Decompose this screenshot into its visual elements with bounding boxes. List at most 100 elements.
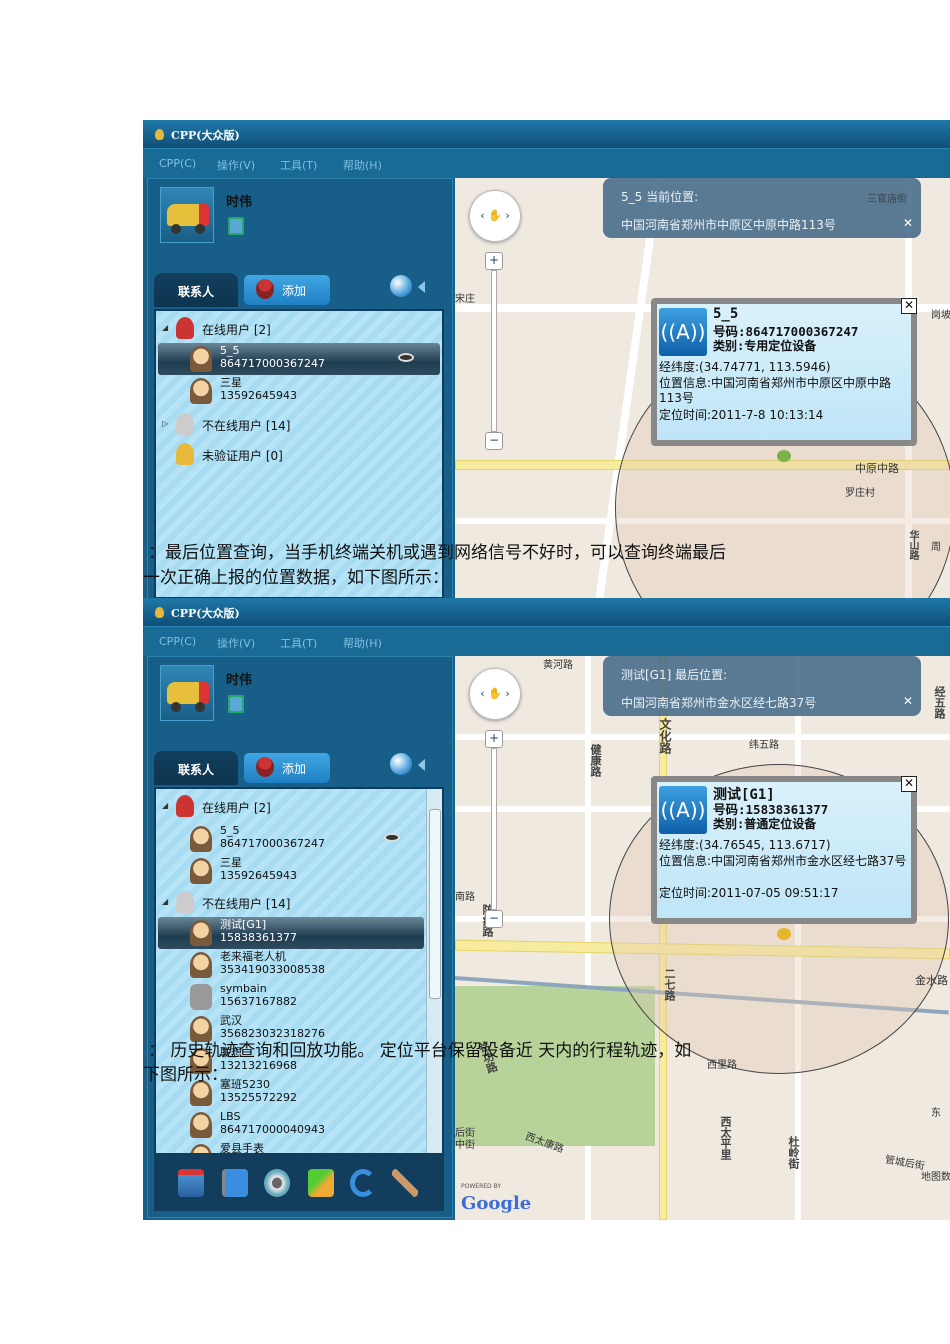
doc-text: 下图所示： <box>143 1065 228 1085</box>
expand-icon[interactable]: ▷ <box>162 419 168 428</box>
avatar[interactable] <box>160 665 214 721</box>
banner-address: 中国河南省郑州市中原区中原中路113号 <box>621 218 836 232</box>
popup-coords: 经纬度:(34.76545, 113.6717) <box>659 838 831 852</box>
signal-tower-icon: ((A)) <box>659 308 707 356</box>
list-item[interactable]: 三星 13592645943 <box>158 855 440 887</box>
user-avatar-icon <box>190 920 212 946</box>
avatar[interactable] <box>160 187 214 243</box>
zoom-out-button[interactable]: − <box>485 910 503 928</box>
list-item[interactable]: 测试[G1] 15838361377 <box>158 917 424 949</box>
item-id: 864717000367247 <box>220 357 325 370</box>
item-name: 测试[G1] <box>220 918 267 931</box>
item-name: symbain <box>220 982 267 995</box>
eye-icon[interactable] <box>384 833 400 842</box>
banner-title: 5_5 当前位置: <box>621 190 699 204</box>
menu-operate[interactable]: 操作(V) <box>217 635 255 651</box>
zoom-in-button[interactable]: + <box>485 730 503 748</box>
zoom-slider[interactable] <box>491 748 497 910</box>
list-item[interactable]: LBS 864717000040943 <box>158 1109 440 1141</box>
map-label: 金水路 <box>915 974 948 987</box>
add-contact-button[interactable]: 添加 <box>244 753 330 783</box>
list-item[interactable]: 5_5 864717000367247 <box>158 823 440 855</box>
app-icon <box>155 607 164 618</box>
eye-icon[interactable] <box>398 353 414 362</box>
menu-cpp[interactable]: CPP(C) <box>159 635 196 648</box>
group-online[interactable]: ◢ 在线用户 [2] <box>156 315 442 341</box>
list-item[interactable]: 爱县手表 <box>158 1141 440 1153</box>
replay-icon[interactable] <box>350 1169 376 1197</box>
popup-name: 5_5 <box>713 306 739 322</box>
menu-cpp[interactable]: CPP(C) <box>159 157 196 170</box>
user-avatar-icon <box>190 346 212 372</box>
group-offline[interactable]: ▷ 不在线用户 [14] <box>156 411 442 437</box>
item-id: 13592645943 <box>220 869 297 882</box>
device-info-popup: ((A)) 5_5 号码:864717000367247 类别:专用定位设备 经… <box>651 298 917 446</box>
zoom-slider[interactable] <box>491 270 497 432</box>
item-id: 864717000367247 <box>220 837 325 850</box>
online-status-icon[interactable] <box>228 217 244 235</box>
item-name: 老来福老人机 <box>220 950 286 963</box>
pan-control[interactable]: ‹ ✋ › <box>469 190 521 242</box>
expand-icon[interactable]: ◢ <box>162 323 168 332</box>
popup-time: 定位时间:2011-7-8 10:13:14 <box>659 408 824 422</box>
menu-tools[interactable]: 工具(T) <box>280 157 317 173</box>
item-id: 353419033008538 <box>220 963 325 976</box>
map-view[interactable]: 宋庄 三官庙街 岗坡 中原中路 罗庄村 华山路 周 ‹ ✋ › + − 5_5 当… <box>455 178 950 598</box>
contact-list[interactable]: ◢ 在线用户 [2] 5_5 864717000367247 三星 135926459… <box>154 787 444 1155</box>
popup-location: 位置信息:中国河南省郑州市金水区经七路37号 <box>659 854 907 868</box>
menu-help[interactable]: 帮助(H) <box>343 635 382 651</box>
expand-icon[interactable]: ◢ <box>162 801 168 810</box>
user-group-icon <box>176 317 194 339</box>
app-window-current-location: CPP(大众版) CPP(C) 操作(V) 工具(T) 帮助(H) 时伟 联系人… <box>143 120 950 598</box>
close-popup-button[interactable]: ✕ <box>901 776 917 792</box>
menu-operate[interactable]: 操作(V) <box>217 157 255 173</box>
location-marker[interactable] <box>777 928 791 940</box>
route-flag-icon[interactable] <box>308 1169 334 1197</box>
online-status-icon[interactable] <box>228 695 244 713</box>
list-item[interactable]: 5_5 864717000367247 <box>158 343 440 375</box>
tab-contacts[interactable]: 联系人 <box>154 273 238 307</box>
globe-icon[interactable] <box>390 753 412 775</box>
menu-tools[interactable]: 工具(T) <box>280 635 317 651</box>
list-item[interactable]: 老来福老人机 353419033008538 <box>158 949 440 981</box>
group-online[interactable]: ◢ 在线用户 [2] <box>156 793 442 819</box>
add-contact-button[interactable]: 添加 <box>244 275 330 305</box>
truck-icon <box>167 682 209 704</box>
disc-icon[interactable] <box>264 1169 290 1197</box>
group-offline[interactable]: ◢ 不在线用户 [14] <box>156 889 442 915</box>
list-item[interactable]: 三星 13592645943 <box>158 375 440 407</box>
user-group-icon <box>176 413 194 435</box>
item-name: LBS <box>220 1110 241 1123</box>
scrollbar[interactable] <box>426 789 442 1153</box>
user-group-icon <box>176 891 194 913</box>
zoom-control[interactable]: + − <box>485 252 503 452</box>
expand-icon[interactable]: ◢ <box>162 897 168 906</box>
google-logo[interactable]: Google <box>461 1193 531 1214</box>
map-view[interactable]: 黄河路 文化路 健康路 纬五路 经五路 南路 防疫路 金水路 二七路 西里路 铭… <box>455 656 950 1220</box>
location-banner: 测试[G1] 最后位置: 中国河南省郑州市金水区经七路37号 ✕ <box>603 656 921 716</box>
close-banner-button[interactable]: ✕ <box>903 216 913 230</box>
close-popup-button[interactable]: ✕ <box>901 298 917 314</box>
menu-help[interactable]: 帮助(H) <box>343 157 382 173</box>
group-label: 不在线用户 [14] <box>202 419 291 433</box>
zoom-out-button[interactable]: − <box>485 432 503 450</box>
zoom-in-button[interactable]: + <box>485 252 503 270</box>
location-marker[interactable] <box>777 450 791 462</box>
map-label: 杜岭街 <box>787 1136 800 1169</box>
add-user-icon <box>256 279 274 299</box>
close-banner-button[interactable]: ✕ <box>903 694 913 708</box>
satellite-icon[interactable] <box>392 1169 418 1197</box>
group-unverified[interactable]: 未验证用户 [0] <box>156 441 442 467</box>
globe-icon[interactable] <box>390 275 412 297</box>
app-window-last-location: CPP(大众版) CPP(C) 操作(V) 工具(T) 帮助(H) 时伟 联系人… <box>143 598 950 1220</box>
list-item[interactable]: symbain 15637167882 <box>158 981 440 1013</box>
tab-contacts[interactable]: 联系人 <box>154 751 238 785</box>
flag-icon[interactable] <box>222 1169 248 1197</box>
user-name: 时伟 <box>226 673 253 688</box>
map-pin-icon[interactable] <box>178 1169 204 1197</box>
zoom-control[interactable]: + − <box>485 730 503 930</box>
collapse-arrow-icon[interactable] <box>418 759 425 771</box>
pan-control[interactable]: ‹ ✋ › <box>469 668 521 720</box>
collapse-arrow-icon[interactable] <box>418 281 425 293</box>
scrollbar-thumb[interactable] <box>429 809 441 999</box>
